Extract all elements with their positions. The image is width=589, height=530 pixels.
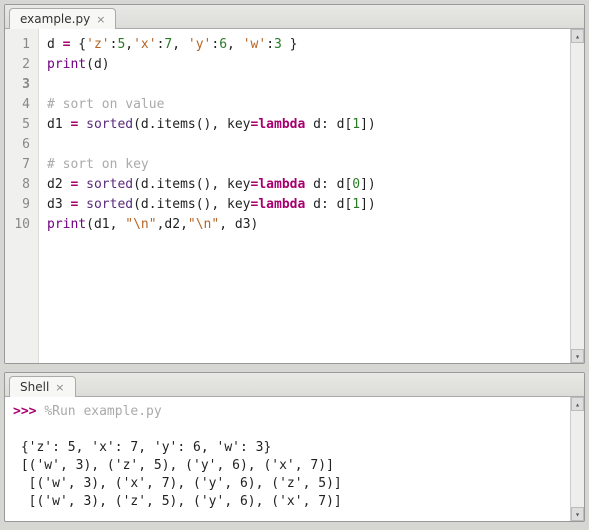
line-number: 3	[5, 75, 38, 95]
shell-output-line: [('w', 3), ('z', 5), ('y', 6), ('x', 7)]	[13, 458, 342, 473]
editor-tab-bar: example.py ×	[5, 5, 584, 29]
code-line: # sort on value	[47, 97, 164, 112]
close-icon[interactable]: ×	[55, 381, 64, 394]
shell-content[interactable]: >>> %Run example.py {'z': 5, 'x': 7, 'y'…	[5, 397, 570, 521]
line-number: 7	[5, 155, 38, 175]
shell-output-line: [('w', 3), ('x', 7), ('y', 6), ('z', 5)]	[13, 476, 350, 491]
shell-tab[interactable]: Shell ×	[9, 376, 76, 397]
shell-output-line: {'z': 5, 'x': 7, 'y': 6, 'w': 3}	[13, 440, 271, 455]
code-line	[47, 77, 55, 92]
code-line: d3 = sorted(d.items(), key=lambda d: d[1…	[47, 197, 376, 212]
shell-output-line: [('w', 3), ('z', 5), ('y', 6), ('x', 7)]	[13, 494, 342, 509]
editor-pane: example.py × 1 2 3 4 5 6 7 8 9 10 d = {'…	[4, 4, 585, 364]
code-line: d2 = sorted(d.items(), key=lambda d: d[0…	[47, 177, 376, 192]
line-number: 10	[5, 215, 38, 235]
scroll-up-icon[interactable]: ▴	[571, 29, 584, 43]
scroll-down-icon[interactable]: ▾	[571, 349, 584, 363]
line-number: 6	[5, 135, 38, 155]
editor-scrollbar[interactable]: ▴ ▾	[570, 29, 584, 363]
code-area[interactable]: d = {'z':5,'x':7, 'y':6, 'w':3 } print(d…	[39, 29, 570, 363]
code-line: d = {'z':5,'x':7, 'y':6, 'w':3 }	[47, 37, 298, 52]
line-number: 2	[5, 55, 38, 75]
shell-pane: Shell × >>> %Run example.py {'z': 5, 'x'…	[4, 372, 585, 522]
code-line: # sort on key	[47, 157, 149, 172]
line-number: 1	[5, 35, 38, 55]
line-number: 4	[5, 95, 38, 115]
shell-scrollbar[interactable]: ▴ ▾	[570, 397, 584, 521]
line-number: 5	[5, 115, 38, 135]
editor-body: 1 2 3 4 5 6 7 8 9 10 d = {'z':5,'x':7, '…	[5, 29, 584, 363]
scroll-down-icon[interactable]: ▾	[571, 507, 584, 521]
scroll-up-icon[interactable]: ▴	[571, 397, 584, 411]
line-number: 8	[5, 175, 38, 195]
shell-body: >>> %Run example.py {'z': 5, 'x': 7, 'y'…	[5, 397, 584, 521]
line-number: 9	[5, 195, 38, 215]
shell-prompt: >>>	[13, 404, 36, 419]
editor-tab-label: example.py	[20, 12, 90, 26]
line-number-gutter: 1 2 3 4 5 6 7 8 9 10	[5, 29, 39, 363]
shell-tab-label: Shell	[20, 380, 49, 394]
shell-run-line: %Run example.py	[44, 404, 161, 419]
code-line: print(d)	[47, 57, 110, 72]
editor-tab[interactable]: example.py ×	[9, 8, 116, 29]
shell-tab-bar: Shell ×	[5, 373, 584, 397]
code-line: d1 = sorted(d.items(), key=lambda d: d[1…	[47, 117, 376, 132]
close-icon[interactable]: ×	[96, 13, 105, 26]
code-line: print(d1, "\n",d2,"\n", d3)	[47, 217, 258, 232]
